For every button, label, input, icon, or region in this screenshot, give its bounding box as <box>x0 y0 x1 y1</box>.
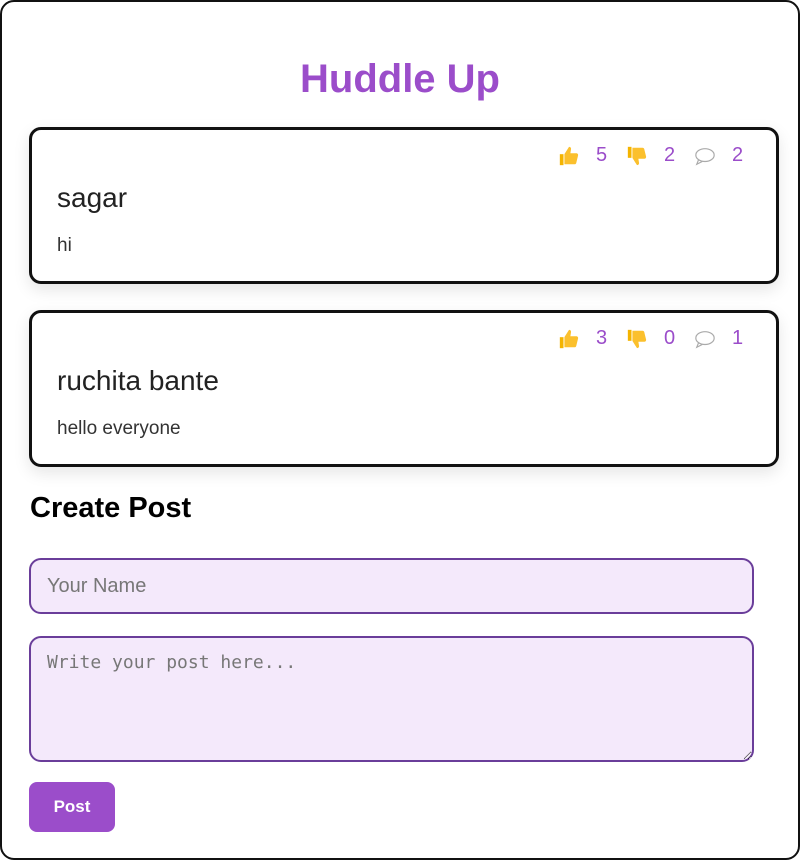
post-card: 3 0 1 ruchita bante hello everyone <box>29 310 779 467</box>
like-count: 5 <box>596 144 608 166</box>
thumbs-down-icon[interactable] <box>626 328 648 350</box>
speech-bubble-icon[interactable] <box>694 145 716 167</box>
post-body: hi <box>57 235 72 256</box>
thumbs-up-icon[interactable] <box>558 328 580 350</box>
thumbs-up-icon[interactable] <box>558 145 580 167</box>
app-window: Huddle Up 5 2 2 sagar hi 3 0 1 ruchita b… <box>0 0 800 860</box>
post-author: ruchita bante <box>57 365 219 396</box>
comment-count: 2 <box>732 144 744 166</box>
thumbs-down-icon[interactable] <box>626 145 648 167</box>
post-body-textarea[interactable] <box>29 636 754 762</box>
post-author: sagar <box>57 182 128 213</box>
post-reactions: 5 2 2 <box>542 144 746 167</box>
comment-count: 1 <box>732 327 744 349</box>
dislike-count: 2 <box>664 144 676 166</box>
post-button[interactable]: Post <box>29 782 115 832</box>
app-title: Huddle Up <box>300 57 500 101</box>
name-input[interactable] <box>29 558 754 614</box>
post-card: 5 2 2 sagar hi <box>29 127 779 284</box>
like-count: 3 <box>596 327 608 349</box>
dislike-count: 0 <box>664 327 676 349</box>
post-body: hello everyone <box>57 418 181 439</box>
create-post-heading: Create Post <box>30 492 192 524</box>
post-reactions: 3 0 1 <box>542 327 746 350</box>
speech-bubble-icon[interactable] <box>694 328 716 350</box>
